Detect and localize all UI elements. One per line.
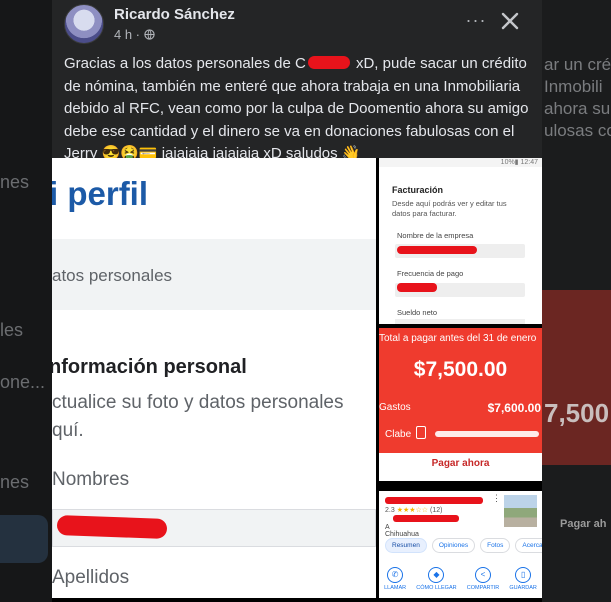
salary-label: Sueldo neto <box>397 308 438 317</box>
redaction-mark <box>385 497 483 504</box>
background-text: Inmobili <box>544 77 603 96</box>
action-call: ✆ LLAMAR <box>384 567 406 591</box>
background-text: ulosas co <box>544 121 611 140</box>
post-meta: 4 h · <box>114 27 155 42</box>
pay-now-button: Pagar ahora <box>431 458 490 469</box>
background-text: one... <box>0 372 46 392</box>
payment-screenshot[interactable]: Total a pagar antes del 31 de enero $7,5… <box>379 328 542 481</box>
background-pay: Pagar ah <box>560 518 607 530</box>
company-label: Nombre de la empresa <box>397 231 474 240</box>
redaction-mark <box>397 246 477 254</box>
close-icon[interactable] <box>498 9 522 33</box>
first-name-field <box>52 509 376 547</box>
maps-screenshot[interactable]: ⋮ 2.3 ★★★☆☆ (12) A Chihuahua Resumen Opi… <box>379 491 542 598</box>
action-share: < COMPARTIR <box>466 567 500 591</box>
profile-description-line: ctualice su foto y datos personales <box>52 392 344 413</box>
frequency-label: Frecuencia de pago <box>397 269 464 278</box>
tab-opiniones: Opiniones <box>431 538 476 553</box>
copy-icon <box>416 426 426 439</box>
background-text: nes <box>0 172 30 192</box>
action-label: GUARDAR <box>509 585 537 591</box>
rating-stars: ★★★☆☆ <box>396 507 429 514</box>
redaction-mark <box>397 283 437 292</box>
action-save: ▯ GUARDAR <box>509 567 537 591</box>
post-time[interactable]: 4 h · <box>114 27 140 42</box>
background-amount: 7,500 <box>544 398 610 428</box>
due-label: Total a pagar antes del 31 de enero <box>379 333 537 344</box>
rating: 2.3 ★★★☆☆ (12) <box>385 506 442 514</box>
avatar[interactable] <box>64 4 104 44</box>
last-name-label: Apellidos <box>52 567 130 588</box>
phone-icon: ✆ <box>387 567 404 583</box>
post-image-grid: i perfil atos personales nformación pers… <box>52 158 542 602</box>
maps-tabs: Resumen Opiniones Fotos Acerca <box>385 538 542 553</box>
background-pill <box>0 515 48 563</box>
action-label: LLAMAR <box>384 585 407 591</box>
place-address: A Chihuahua <box>385 524 419 538</box>
maps-actions: ✆ LLAMAR ◆ CÓMO LLEGAR < COMPARTIR ▯ GUA… <box>379 567 542 591</box>
clabe-label: Clabe <box>385 429 412 440</box>
profile-screenshot[interactable]: i perfil atos personales nformación pers… <box>52 158 376 598</box>
billing-description: Desde aquí podrás ver y editar tus datos… <box>392 199 507 218</box>
background-text: nes <box>0 472 30 492</box>
redaction-mark <box>393 515 459 522</box>
tab-fotos: Fotos <box>480 538 511 553</box>
more-options-icon: ⋮ <box>492 493 501 503</box>
rating-value: 2.3 <box>385 507 395 514</box>
background-text: les <box>0 320 24 340</box>
expenses-value: $7,600.00 <box>487 401 541 415</box>
background-right: ar un cré Inmobili ahora su ulosas co 7,… <box>542 0 611 602</box>
city-name: Chihuahua <box>385 531 419 538</box>
redaction-mark <box>307 56 350 69</box>
profile-heading: nformación personal <box>52 356 247 378</box>
expenses-label: Gastos <box>379 402 411 413</box>
tab-acerca: Acerca <box>515 538 542 553</box>
directions-icon: ◆ <box>428 567 445 583</box>
profile-description: ctualice su foto y datos personales quí. <box>52 389 372 445</box>
status-bar: 10%▮ 12:47 <box>379 158 542 167</box>
review-count: (12) <box>430 507 443 514</box>
post-text-part: Gracias a los datos personales de C <box>64 55 306 72</box>
post-card: Ricardo Sánchez 4 h · ··· Gracias a los … <box>52 0 542 602</box>
action-label: COMPARTIR <box>466 585 500 591</box>
post-header: Ricardo Sánchez 4 h · ··· <box>52 0 542 50</box>
author-name[interactable]: Ricardo Sánchez <box>114 6 235 23</box>
address-prefix: A <box>385 524 390 531</box>
total-amount: $7,500.00 <box>413 358 508 381</box>
salary-field <box>395 319 525 324</box>
redaction-mark <box>435 431 539 437</box>
action-directions: ◆ CÓMO LLEGAR <box>416 567 457 591</box>
redaction-mark <box>56 515 168 539</box>
place-thumbnail <box>504 495 537 527</box>
profile-description-line: quí. <box>52 420 84 441</box>
profile-title: i perfil <box>52 175 149 212</box>
billing-heading: Facturación <box>392 185 444 195</box>
profile-section-label: atos personales <box>52 266 173 285</box>
billing-screenshot[interactable]: 10%▮ 12:47 Facturación Desde aquí podrás… <box>379 158 542 324</box>
profile-section-bar: atos personales <box>52 239 376 310</box>
payment-panel: Total a pagar antes del 31 de enero $7,5… <box>379 328 542 453</box>
post-text: Gracias a los datos personales de C xD, … <box>64 53 534 166</box>
background-left: nes les one... nes <box>0 0 52 602</box>
share-icon: < <box>475 567 491 583</box>
background-red-panel <box>542 290 611 465</box>
tab-resumen: Resumen <box>385 538 427 553</box>
first-name-label: Nombres <box>52 469 130 490</box>
bookmark-icon: ▯ <box>515 567 532 583</box>
action-label: CÓMO LLEGAR <box>416 585 457 591</box>
globe-icon <box>144 29 155 40</box>
background-text: ahora su <box>544 99 611 118</box>
background-text: ar un cré <box>544 55 611 74</box>
more-options-icon[interactable]: ··· <box>464 10 488 34</box>
